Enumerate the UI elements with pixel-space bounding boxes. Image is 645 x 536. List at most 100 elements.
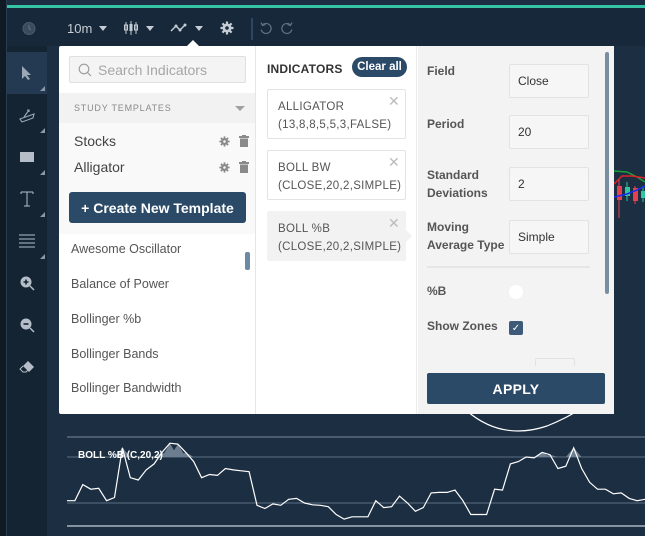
study-list-item[interactable]: Bollinger Bands	[71, 347, 159, 361]
ma-type-select[interactable]: Simple	[509, 220, 589, 254]
text-tool-button[interactable]	[7, 178, 47, 220]
zoom-out-button[interactable]	[7, 304, 47, 346]
search-input[interactable]	[98, 61, 238, 78]
window-edge	[0, 0, 7, 536]
apply-button[interactable]: APPLY	[427, 373, 605, 404]
indicator-settings-column: Field Close Period 20 Standard Deviation…	[418, 46, 614, 414]
zoom-out-icon	[20, 318, 35, 333]
lines-tool-button[interactable]	[7, 220, 47, 262]
undo-icon	[260, 22, 272, 35]
undo-button[interactable]	[259, 16, 273, 40]
chevron-down-icon	[235, 106, 245, 111]
eraser-icon	[19, 361, 34, 373]
settings-scrollbar[interactable]	[605, 52, 609, 294]
study-templates-title: STUDY TEMPLATES	[74, 103, 172, 113]
measure-tool-button[interactable]	[7, 94, 47, 136]
field-select[interactable]: Close	[509, 64, 589, 98]
submenu-corner-icon	[40, 212, 45, 217]
indicator-name: ALLIGATOR	[278, 101, 345, 113]
zoom-in-button[interactable]	[7, 262, 47, 304]
ma-type-label: Moving Average Type	[427, 220, 505, 252]
chevron-down-icon	[146, 25, 154, 31]
submenu-corner-icon	[40, 86, 45, 91]
candle-body	[641, 191, 645, 198]
redo-button[interactable]	[280, 16, 294, 40]
indicator-card-selected[interactable]: BOLL %B (CLOSE,20,2,SIMPLE) ✕	[267, 211, 406, 261]
chart-type-dropdown[interactable]	[123, 16, 154, 40]
indicator-name: BOLL %B	[278, 223, 331, 235]
show-zones-label: Show Zones	[427, 319, 498, 333]
study-list-item[interactable]: Bollinger %b	[71, 312, 141, 326]
trash-icon[interactable]	[239, 161, 249, 173]
partial-field-box[interactable]	[535, 358, 575, 366]
search-field[interactable]	[69, 56, 246, 83]
eraser-button[interactable]	[7, 346, 47, 388]
study-list-item[interactable]: Bollinger Bandwidth	[71, 381, 182, 395]
chevron-down-icon	[195, 25, 203, 31]
close-icon[interactable]: ✕	[388, 214, 400, 232]
redo-icon	[281, 22, 293, 35]
chart-toolbar: 10m	[7, 8, 645, 46]
studies-popup: STUDY TEMPLATES Stocks Alligator + Creat…	[59, 46, 614, 414]
settings-button[interactable]	[220, 16, 234, 40]
period-label: Period	[427, 117, 465, 131]
alarm-clock-icon[interactable]	[21, 16, 37, 40]
template-item[interactable]: Alligator	[74, 156, 249, 178]
toolbar-divider	[251, 18, 253, 40]
gear-icon[interactable]	[219, 135, 230, 147]
indicator-params: (13,8,8,5,5,3,FALSE)	[278, 119, 392, 131]
interval-label: 10m	[67, 20, 93, 36]
cursor-tool-button[interactable]	[7, 52, 47, 94]
close-icon[interactable]: ✕	[388, 92, 400, 110]
horizontal-lines-icon	[19, 234, 35, 248]
indicator-params: (CLOSE,20,2,SIMPLE)	[278, 180, 402, 192]
gear-icon	[220, 21, 234, 35]
line-chart-icon	[170, 23, 187, 32]
price-candles	[613, 170, 645, 218]
study-list-scrollbar[interactable]	[245, 252, 250, 270]
measure-icon	[19, 109, 35, 123]
study-list-item[interactable]: Balance of Power	[71, 277, 169, 291]
gear-icon[interactable]	[219, 161, 230, 173]
template-name: Alligator	[74, 159, 125, 175]
std-dev-input[interactable]: 2	[509, 167, 589, 201]
candlestick-icon	[124, 21, 138, 35]
cursor-arrow-icon	[22, 66, 31, 80]
text-icon	[20, 191, 34, 207]
search-icon	[78, 63, 92, 76]
template-item[interactable]: Stocks	[74, 130, 249, 152]
template-name: Stocks	[74, 133, 117, 149]
submenu-corner-icon	[40, 128, 45, 133]
create-template-button[interactable]: + Create New Template	[69, 192, 246, 223]
study-templates-header[interactable]: STUDY TEMPLATES	[59, 93, 255, 123]
std-dev-label: Standard Deviations	[427, 168, 488, 200]
trash-icon[interactable]	[239, 135, 249, 147]
indicator-params: (CLOSE,20,2,SIMPLE)	[278, 241, 402, 253]
field-label: Field	[427, 64, 456, 78]
submenu-corner-icon	[40, 254, 45, 259]
study-list-item[interactable]: Awesome Oscillator	[71, 242, 181, 256]
candle-body	[617, 186, 622, 200]
indicator-card[interactable]: ALLIGATOR (13,8,8,5,5,3,FALSE) ✕	[267, 89, 406, 139]
active-indicators-column: INDICATORS Clear all ALLIGATOR (13,8,8,5…	[257, 46, 417, 414]
rectangle-tool-button[interactable]	[7, 136, 47, 178]
period-input[interactable]: 20	[509, 115, 589, 149]
studies-dropdown[interactable]	[170, 16, 203, 40]
percent-b-label: %B	[427, 284, 447, 298]
chevron-down-icon	[99, 25, 108, 31]
study-list: Awesome Oscillator Balance of Power Boll…	[59, 234, 255, 414]
indicator-card[interactable]: BOLL BW (CLOSE,20,2,SIMPLE) ✕	[267, 150, 406, 200]
submenu-corner-icon	[40, 170, 45, 175]
interval-dropdown[interactable]: 10m	[67, 16, 108, 40]
show-zones-checkbox[interactable]: ✓	[509, 321, 523, 335]
percent-b-color-swatch[interactable]	[509, 285, 523, 299]
study-library-column: STUDY TEMPLATES Stocks Alligator + Creat…	[59, 46, 256, 414]
zoom-in-icon	[20, 276, 35, 291]
indicator-name: BOLL BW	[278, 162, 331, 174]
selection-pointer	[406, 230, 412, 242]
clear-all-button[interactable]: Clear all	[352, 57, 407, 77]
checkmark-icon: ✓	[511, 322, 521, 334]
settings-divider	[427, 266, 590, 268]
close-icon[interactable]: ✕	[388, 153, 400, 171]
rectangle-icon	[20, 152, 34, 162]
